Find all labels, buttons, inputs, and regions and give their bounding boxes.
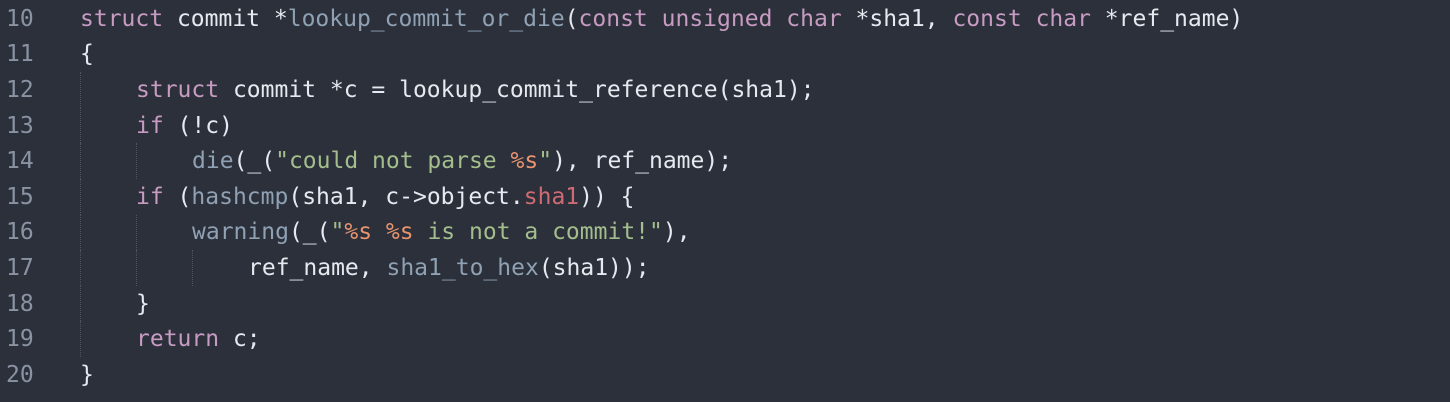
indent-guide [136, 214, 137, 251]
indent-guide [80, 214, 81, 251]
code-token: return [136, 326, 220, 353]
indent-guide [80, 72, 81, 108]
code-token: %s [510, 148, 539, 175]
code-token: char [1035, 5, 1091, 32]
code-token: lookup_commit_or_die [287, 5, 565, 32]
line-number: 19 [6, 326, 34, 353]
indent-guide [80, 107, 81, 144]
code-token: } [80, 361, 94, 388]
indent-guide [80, 321, 81, 357]
code-token: %s [385, 219, 414, 246]
code-token: c; [219, 326, 261, 353]
code-text: if (hashcmp(sha1, c->object.sha1)) { [80, 184, 1450, 210]
code-token: ), ref_name); [552, 148, 733, 175]
indent-guide [136, 143, 137, 179]
code-text: struct commit *c = lookup_commit_referen… [80, 77, 1450, 103]
code-token: if [136, 112, 164, 139]
code-token: " [330, 219, 345, 246]
code-line[interactable]: 11 { [0, 37, 1450, 73]
code-token: { [80, 41, 94, 68]
code-token: const [578, 5, 648, 32]
code-line[interactable]: 19 return c; [0, 321, 1450, 357]
code-text: if (!c) [80, 113, 1450, 139]
code-token: (sha1)); [538, 254, 650, 281]
line-number: 12 [6, 76, 34, 103]
code-line[interactable]: 15 if (hashcmp(sha1, c->object.sha1)) { [0, 179, 1450, 215]
indent-guide [80, 179, 81, 215]
code-token: ref_name, [248, 254, 387, 281]
code-token: sha1 [523, 183, 580, 210]
code-token: ( [163, 183, 192, 210]
line-number: 20 [6, 361, 34, 388]
code-token: commit *c = lookup_commit_reference(sha1… [219, 76, 815, 103]
line-number: 14 [6, 148, 34, 175]
indent-guide [80, 285, 81, 322]
line-number: 11 [6, 41, 34, 68]
line-number: 17 [6, 254, 34, 281]
code-text: { [80, 41, 1450, 67]
code-token: " [538, 148, 553, 175]
code-token: (_( [288, 219, 331, 246]
code-line[interactable]: 12 struct commit *c = lookup_commit_refer… [0, 72, 1450, 108]
code-text: return c; [80, 326, 1450, 352]
code-token: sha1_to_hex [386, 254, 539, 281]
code-line[interactable]: 18} [0, 286, 1450, 322]
indent-guide [192, 250, 193, 286]
code-token: "could not parse [275, 148, 511, 175]
code-text: die(_("could not parse %s"), ref_name); [80, 148, 1450, 174]
line-number: 13 [6, 112, 34, 139]
code-line[interactable]: 10 struct commit *lookup_commit_or_die(co… [0, 1, 1450, 37]
code-text: warning(_("%s %s is not a commit!"), [80, 219, 1450, 245]
code-token: const [952, 5, 1022, 32]
code-line[interactable]: 17 ref_name, sha1_to_hex(sha1)); [0, 250, 1450, 286]
code-text: } [80, 291, 1450, 317]
code-token: (!c) [163, 112, 233, 139]
code-token: if [136, 183, 164, 210]
code-token: (_( [233, 148, 276, 175]
code-token: )) { [579, 183, 635, 210]
code-token: ), [662, 219, 691, 246]
code-text: struct commit *lookup_commit_or_die(cons… [80, 6, 1450, 32]
indent-guide [80, 250, 81, 286]
code-token: *sha1, [841, 5, 953, 32]
code-token: char [786, 5, 842, 32]
code-line[interactable]: 16 warning(_("%s %s is not a commit!"), [0, 215, 1450, 251]
code-token: ( [564, 5, 579, 32]
code-token: (sha1, c->object. [288, 183, 524, 210]
code-token: unsigned [661, 5, 773, 32]
code-editor[interactable]: 10 struct commit *lookup_commit_or_die(co… [0, 0, 1450, 402]
line-number: 10 [6, 5, 34, 32]
code-token: %s [344, 219, 373, 246]
code-line[interactable]: 20} [0, 357, 1450, 393]
code-token: die [192, 148, 234, 175]
code-token: } [136, 290, 150, 317]
line-number: 15 [6, 183, 34, 210]
line-number: 16 [6, 219, 34, 246]
code-token: commit * [163, 5, 288, 32]
code-token: struct [136, 76, 220, 103]
code-token: *ref_name) [1090, 5, 1244, 32]
code-token: warning [192, 219, 289, 246]
code-line[interactable]: 13 if (!c) [0, 108, 1450, 144]
code-token: is not a commit!" [413, 219, 663, 246]
indent-guide [136, 250, 137, 286]
code-text: } [80, 362, 1450, 388]
code-line[interactable]: 14 die(_("could not parse %s"), ref_name)… [0, 143, 1450, 179]
code-text: ref_name, sha1_to_hex(sha1)); [80, 255, 1450, 281]
code-token: hashcmp [191, 183, 289, 210]
code-token: struct [80, 5, 164, 32]
line-number: 18 [6, 290, 34, 317]
indent-guide [80, 143, 81, 179]
